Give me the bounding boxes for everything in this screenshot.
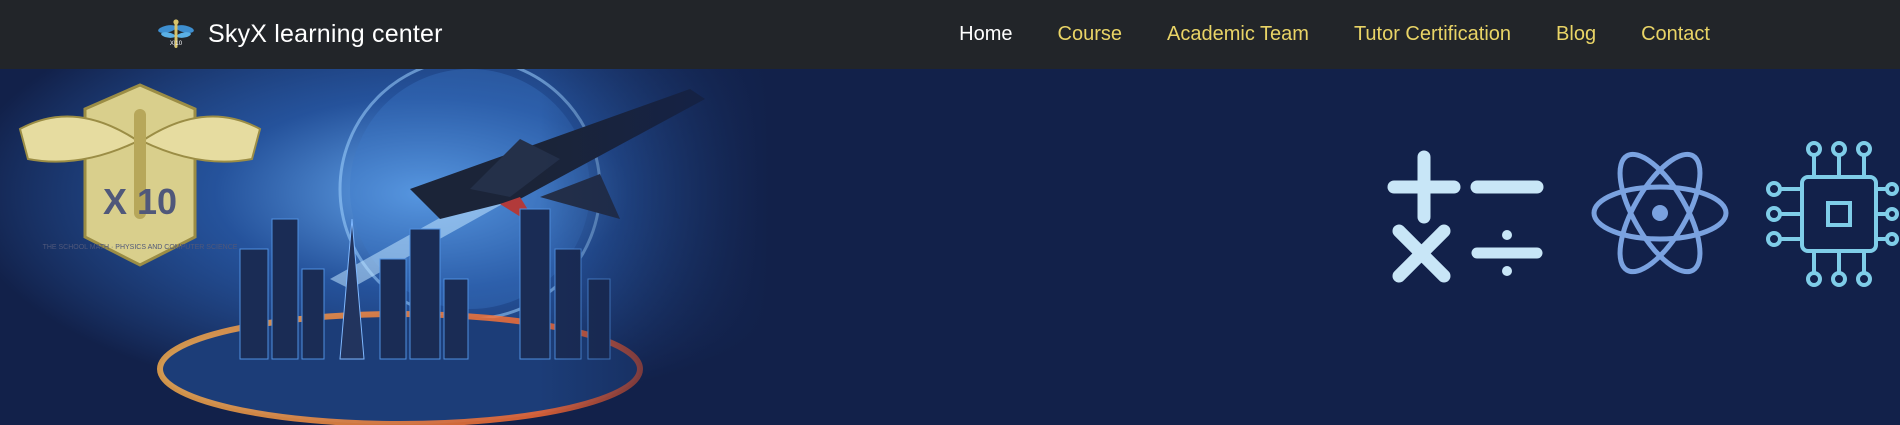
nav-home-link[interactable]: Home [959,23,1012,45]
top-navbar: X|10 SkyX learning center Home Course Ac… [0,0,1900,69]
main-nav: Home Course Academic Team Tutor Certific… [959,0,1710,69]
nav-blog-link[interactable]: Blog [1556,23,1596,45]
city-jet-banner-image: X 10 THE SCHOOL MATH · PHYSICS AND COMPU… [0,69,770,425]
emblem-text: X 10 [103,181,177,222]
nav-academic-team-link[interactable]: Academic Team [1167,23,1309,45]
circuit-chip-icon [1766,141,1899,287]
math-operators-icon [1387,150,1544,283]
nav-tutor-certification-link[interactable]: Tutor Certification [1354,23,1511,45]
brand-link[interactable]: X|10 SkyX learning center [156,14,443,54]
dragonfly-x10-logo-icon: X|10 [158,19,194,48]
nav-contact-link[interactable]: Contact [1641,23,1710,45]
hero-banner: X 10 THE SCHOOL MATH · PHYSICS AND COMPU… [0,69,1900,425]
emblem-motto: THE SCHOOL MATH · PHYSICS AND COMPUTER S… [43,244,238,251]
svg-text:X|10: X|10 [170,41,183,47]
atom-icon [1591,151,1729,275]
nav-course-link[interactable]: Course [1058,23,1122,45]
brand-name: SkyX learning center [208,19,443,48]
subject-icons [1387,141,1899,287]
